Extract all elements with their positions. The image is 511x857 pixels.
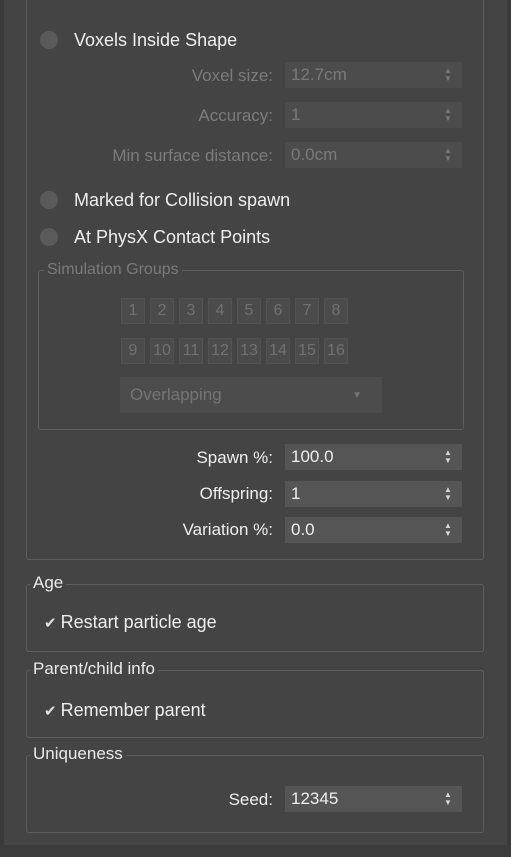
- variation-percent-spinner[interactable]: 0.0 ▲ ▼: [285, 517, 462, 543]
- accuracy-spinner[interactable]: 1 ▲ ▼: [285, 102, 462, 128]
- physx-contact-label: At PhysX Contact Points: [74, 226, 271, 247]
- simulation-groups-title: Simulation Groups: [44, 260, 182, 280]
- simulation-group-button-4[interactable]: 4: [208, 298, 232, 324]
- radio-icon: [40, 31, 58, 49]
- spinner-arrows-icon[interactable]: ▲ ▼: [440, 486, 456, 502]
- checkmark-icon: ✔: [44, 614, 57, 632]
- spinner-arrows-icon[interactable]: ▲ ▼: [440, 67, 456, 83]
- simulation-group-button-7[interactable]: 7: [295, 298, 319, 324]
- collision-spawn-radio[interactable]: Marked for Collision spawn: [40, 186, 290, 214]
- spawn-percent-label: Spawn %:: [196, 448, 273, 467]
- chevron-down-icon: ▼: [352, 389, 362, 401]
- min-surface-distance-value: 0.0cm: [291, 145, 338, 164]
- checkmark-icon: ✔: [44, 702, 57, 720]
- simulation-group-button-10[interactable]: 10: [150, 338, 174, 364]
- voxels-inside-shape-radio[interactable]: Voxels Inside Shape: [40, 26, 237, 54]
- radio-icon: [40, 191, 58, 209]
- simulation-group-button-13[interactable]: 13: [237, 338, 261, 364]
- simulation-group-button-12[interactable]: 12: [208, 338, 232, 364]
- voxel-size-spinner[interactable]: 12.7cm ▲ ▼: [285, 62, 462, 88]
- variation-percent-value: 0.0: [291, 520, 315, 539]
- voxel-size-value: 12.7cm: [291, 65, 347, 84]
- simulation-group-button-1[interactable]: 1: [121, 298, 145, 324]
- simulation-group-button-8[interactable]: 8: [324, 298, 348, 324]
- simulation-group-button-3[interactable]: 3: [179, 298, 203, 324]
- min-surface-distance-label: Min surface distance:: [112, 146, 273, 165]
- spinner-arrows-icon[interactable]: ▲ ▼: [440, 791, 456, 807]
- panel-right-edge: [507, 0, 511, 857]
- simulation-group-button-2[interactable]: 2: [150, 298, 174, 324]
- simulation-group-button-11[interactable]: 11: [179, 338, 203, 364]
- remember-parent-label: Remember parent: [60, 700, 206, 720]
- simulation-mode-dropdown[interactable]: Overlapping ▼: [120, 377, 382, 413]
- offspring-value: 1: [291, 484, 301, 503]
- simulation-group-button-14[interactable]: 14: [266, 338, 290, 364]
- restart-particle-age-label: Restart particle age: [60, 612, 217, 632]
- physx-contact-radio[interactable]: At PhysX Contact Points: [40, 223, 270, 251]
- seed-spinner[interactable]: 12345 ▲ ▼: [285, 786, 462, 812]
- remember-parent-checkbox[interactable]: ✔ Remember parent: [44, 700, 206, 721]
- spawn-percent-spinner[interactable]: 100.0 ▲ ▼: [285, 444, 462, 470]
- collision-spawn-label: Marked for Collision spawn: [74, 189, 291, 210]
- simulation-mode-value: Overlapping: [130, 385, 222, 404]
- seed-label: Seed:: [228, 790, 273, 809]
- simulation-group-button-9[interactable]: 9: [121, 338, 145, 364]
- age-title: Age: [30, 573, 67, 593]
- accuracy-label: Accuracy:: [198, 106, 273, 125]
- simulation-group-button-16[interactable]: 16: [324, 338, 348, 364]
- spinner-arrows-icon[interactable]: ▲ ▼: [440, 449, 456, 465]
- simulation-group-button-6[interactable]: 6: [266, 298, 290, 324]
- seed-value: 12345: [291, 789, 339, 808]
- spinner-arrows-icon[interactable]: ▲ ▼: [440, 147, 456, 163]
- uniqueness-title: Uniqueness: [30, 744, 126, 764]
- spinner-arrows-icon[interactable]: ▲ ▼: [440, 107, 456, 123]
- simulation-group-button-15[interactable]: 15: [295, 338, 319, 364]
- radio-icon: [40, 228, 58, 246]
- parent-child-title: Parent/child info: [30, 659, 158, 679]
- spinner-arrows-icon[interactable]: ▲ ▼: [440, 522, 456, 538]
- offspring-label: Offspring:: [199, 484, 273, 503]
- variation-percent-label: Variation %:: [182, 520, 273, 539]
- min-surface-distance-spinner[interactable]: 0.0cm ▲ ▼: [285, 142, 462, 168]
- spawn-percent-value: 100.0: [291, 447, 334, 466]
- voxels-inside-shape-label: Voxels Inside Shape: [74, 29, 238, 50]
- voxel-size-label: Voxel size:: [191, 66, 273, 85]
- panel-left-edge: [0, 0, 4, 857]
- accuracy-value: 1: [291, 105, 301, 124]
- offspring-spinner[interactable]: 1 ▲ ▼: [285, 481, 462, 507]
- panel-bottom-strip: [0, 845, 511, 857]
- simulation-group-button-5[interactable]: 5: [237, 298, 261, 324]
- restart-particle-age-checkbox[interactable]: ✔ Restart particle age: [44, 612, 217, 633]
